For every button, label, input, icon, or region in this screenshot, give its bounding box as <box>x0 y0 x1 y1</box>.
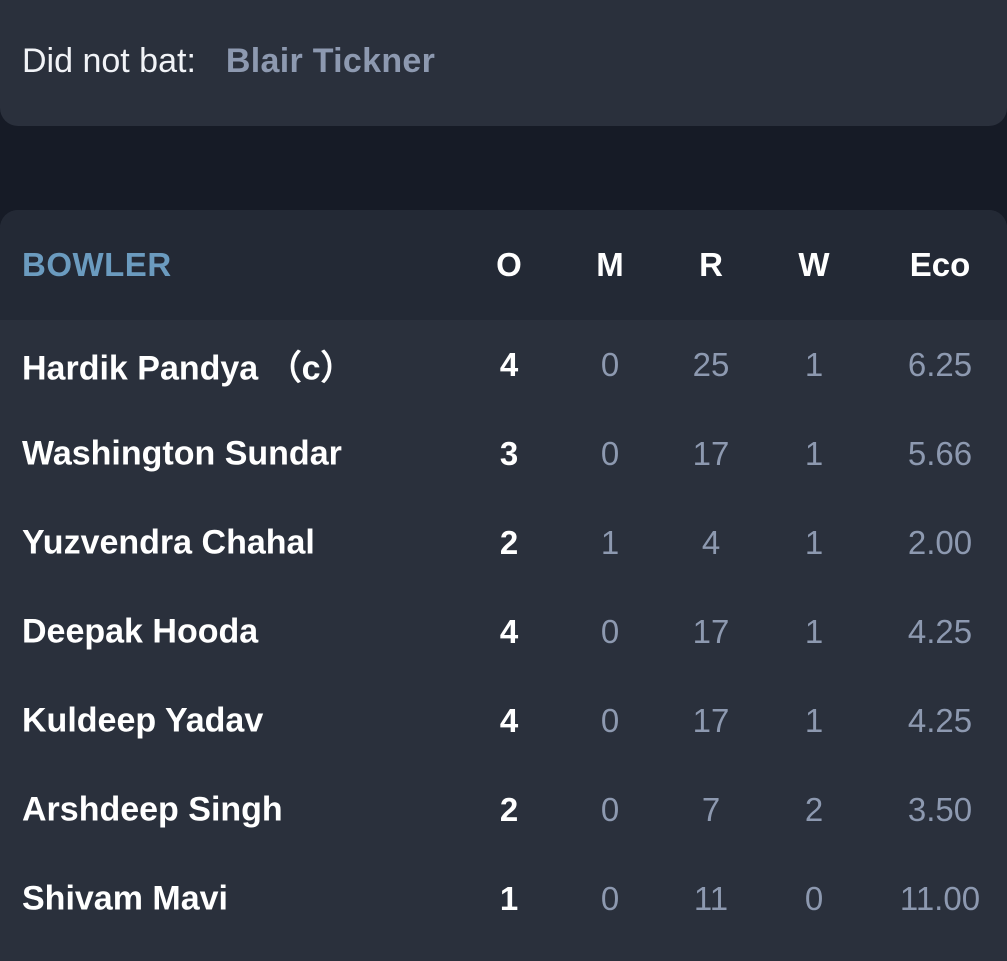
header-wickets: W <box>798 246 830 283</box>
did-not-bat-players[interactable]: Blair Tickner <box>226 42 435 81</box>
economy-value: 11.00 <box>899 879 981 917</box>
wickets-value: 1 <box>804 434 824 472</box>
economy-value: 2.00 <box>907 523 973 561</box>
header-bowler: BOWLER <box>22 246 172 283</box>
overs-value: 4 <box>499 345 519 383</box>
overs-value: 1 <box>499 879 519 917</box>
runs-value: 11 <box>693 879 729 917</box>
table-row[interactable]: Shivam Mavi 1 0 11 0 11.00 <box>0 854 1007 943</box>
runs-value: 17 <box>692 434 730 472</box>
bowling-header-row: BOWLER O M R W Eco <box>0 210 1007 320</box>
table-row[interactable]: Yuzvendra Chahal 2 1 4 1 2.00 <box>0 498 1007 587</box>
table-row[interactable]: Hardik Pandya （c） 4 0 25 1 6.25 <box>0 320 1007 409</box>
economy-value: 4.25 <box>907 701 973 739</box>
header-overs: O <box>496 246 522 283</box>
table-row[interactable]: Washington Sundar 3 0 17 1 5.66 <box>0 409 1007 498</box>
wickets-value: 1 <box>804 523 824 561</box>
table-row[interactable]: Kuldeep Yadav 4 0 17 1 4.25 <box>0 676 1007 765</box>
overs-value: 4 <box>499 612 519 650</box>
wickets-value: 1 <box>804 612 824 650</box>
runs-value: 25 <box>692 345 730 383</box>
bowler-name[interactable]: Arshdeep Singh <box>22 790 283 829</box>
bowler-name[interactable]: Hardik Pandya （c） <box>22 340 355 389</box>
runs-value: 7 <box>701 790 721 828</box>
maidens-value: 0 <box>600 612 620 650</box>
bowler-name[interactable]: Deepak Hooda <box>22 612 258 651</box>
section-gap <box>0 126 1007 210</box>
bowler-name[interactable]: Yuzvendra Chahal <box>22 523 315 562</box>
wickets-value: 2 <box>804 790 824 828</box>
runs-value: 17 <box>692 701 730 739</box>
wickets-value: 1 <box>804 701 824 739</box>
bowling-rows: Hardik Pandya （c） 4 0 25 1 6.25 Washingt… <box>0 320 1007 943</box>
bowler-name[interactable]: Kuldeep Yadav <box>22 701 263 740</box>
runs-value: 4 <box>701 523 721 561</box>
overs-value: 2 <box>499 523 519 561</box>
runs-value: 17 <box>692 612 730 650</box>
overs-value: 2 <box>499 790 519 828</box>
maidens-value: 0 <box>600 345 620 383</box>
overs-value: 4 <box>499 701 519 739</box>
economy-value: 3.50 <box>907 790 973 828</box>
table-row[interactable]: Arshdeep Singh 2 0 7 2 3.50 <box>0 765 1007 854</box>
maidens-value: 0 <box>600 701 620 739</box>
header-runs: R <box>699 246 723 283</box>
did-not-bat-label: Did not bat: <box>22 41 196 80</box>
overs-value: 3 <box>499 434 519 472</box>
economy-value: 5.66 <box>907 434 973 472</box>
bowler-name[interactable]: Washington Sundar <box>22 434 342 473</box>
economy-value: 6.25 <box>907 345 973 383</box>
maidens-value: 0 <box>600 434 620 472</box>
header-maidens: M <box>596 246 624 283</box>
economy-value: 4.25 <box>907 612 973 650</box>
did-not-bat-card: Did not bat: Blair Tickner <box>0 0 1007 126</box>
maidens-value: 0 <box>600 879 620 917</box>
wickets-value: 0 <box>804 879 824 917</box>
maidens-value: 1 <box>600 523 620 561</box>
wickets-value: 1 <box>804 345 824 383</box>
header-economy: Eco <box>909 246 971 283</box>
bowling-table: BOWLER O M R W Eco Hardik Pandya （c） 4 0… <box>0 210 1007 961</box>
bowler-name[interactable]: Shivam Mavi <box>22 879 228 918</box>
table-row[interactable]: Deepak Hooda 4 0 17 1 4.25 <box>0 587 1007 676</box>
maidens-value: 0 <box>600 790 620 828</box>
